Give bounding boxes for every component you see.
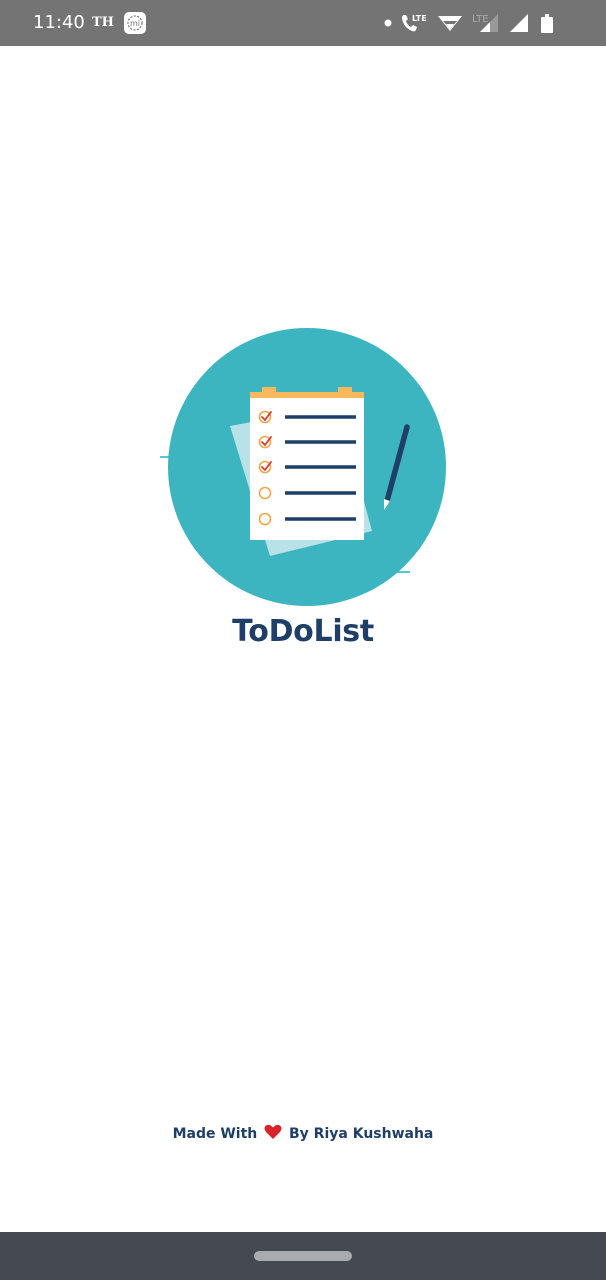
credit-prefix: Made With (172, 1126, 258, 1142)
battery-icon (541, 14, 553, 33)
app-title: ToDoList (232, 614, 374, 649)
heart-icon (264, 1124, 282, 1145)
lte-label-icon: LTE (472, 14, 489, 25)
volte-call-icon: LTE (402, 14, 427, 32)
svg-text:mi: mi (130, 19, 140, 28)
svg-text:LTE: LTE (412, 14, 427, 23)
credit-text: Made With By Riya Kushwaha (0, 1124, 606, 1145)
credit-suffix: By Riya Kushwaha (289, 1126, 434, 1142)
carrier-label: TH (92, 15, 114, 30)
wifi-icon (438, 16, 462, 31)
clipboard-icon (250, 387, 364, 540)
app-logo (158, 326, 448, 608)
status-icons: LTE LTE (376, 10, 576, 36)
status-bar: 11:40 TH mi LTE LTE (0, 0, 606, 46)
navigation-bar (0, 1232, 606, 1280)
notification-dot-icon (384, 19, 392, 27)
splash-screen: 11:40 TH mi LTE LTE ToDoList Made With B… (0, 0, 606, 1280)
svg-text:LTE: LTE (472, 14, 489, 25)
home-pill[interactable] (254, 1251, 352, 1261)
status-time: 11:40 (33, 12, 85, 33)
mi-app-icon: mi (124, 12, 146, 34)
signal-icon-2 (510, 14, 528, 32)
